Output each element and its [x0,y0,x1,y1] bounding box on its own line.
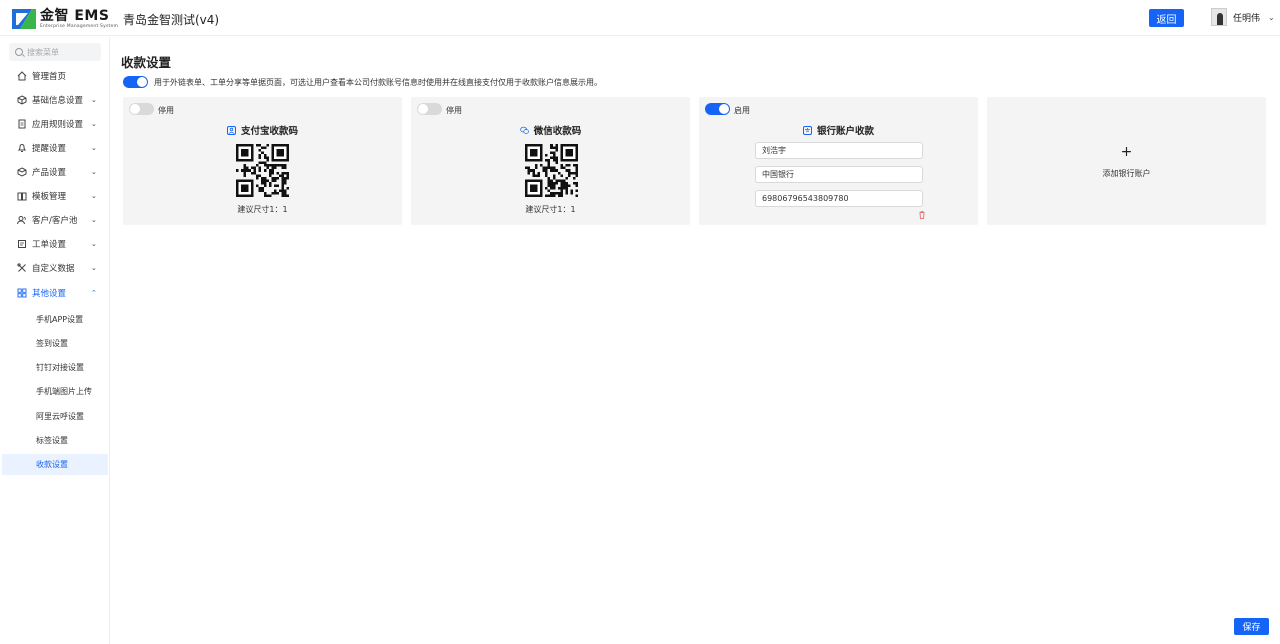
logo-mark-icon [12,9,36,29]
sidebar-subitem-mobile-app[interactable]: 手机APP设置 [2,309,108,330]
wechat-qr-code[interactable] [525,144,578,197]
sidebar-subitem-aliyun-call[interactable]: 阿里云呼设置 [2,406,108,427]
wechat-size-hint: 建议尺寸1：1 [525,205,576,214]
chevron-down-icon: ⌄ [1268,12,1275,22]
search-icon [15,48,23,56]
wechat-toggle[interactable] [417,103,442,115]
sidebar-item-label: 基础信息设置 [32,96,84,106]
payment-description: 用于外链表单、工单分享等单据页面，可选让用户查看本公司付款账号信息时使用并在线直… [154,78,602,87]
tools-icon [17,263,27,273]
sidebar-subitem-dingtalk[interactable]: 钉钉对接设置 [2,357,108,378]
company-name: 青岛金智测试(v4) [123,13,220,27]
sidebar-item-label: 工单设置 [32,240,67,250]
chevron-down-icon: ⌄ [91,264,97,272]
trash-icon[interactable] [919,211,925,219]
chevron-down-icon: ⌄ [91,168,97,176]
users-icon [17,215,27,225]
chevron-down-icon: ⌄ [91,144,97,152]
sidebar-item-label: 模板管理 [32,192,67,202]
sidebar-item-label: 提醒设置 [32,144,67,154]
sidebar-item-label: 自定义数据 [32,264,75,274]
ticket-icon [17,239,27,249]
bank-title-text: 银行账户收款 [816,126,874,137]
avatar [1211,8,1227,26]
chevron-down-icon: ⌄ [91,216,97,224]
sidebar-item-template[interactable]: 模板管理 ⌄ [0,186,110,206]
sidebar-item-custom-data[interactable]: 自定义数据 ⌄ [0,258,110,278]
sidebar: 管理首页 基础信息设置 ⌄ 应用规则设置 ⌄ 提醒设置 ⌄ 产品设置 ⌄ 模板管… [0,37,110,644]
sidebar-item-customers[interactable]: 客户/客户池 ⌄ [0,210,110,230]
document-icon [17,119,27,129]
account-holder-field[interactable] [755,142,923,159]
alipay-qr-code[interactable] [236,144,289,197]
grid-icon [17,288,27,298]
chevron-down-icon: ⌄ [91,96,97,104]
wechat-title: 微信收款码 [411,123,690,137]
sidebar-item-product[interactable]: 产品设置 ⌄ [0,162,110,182]
user-name: 任明伟 [1233,13,1261,24]
sidebar-item-label: 产品设置 [32,168,67,178]
chevron-down-icon: ⌄ [91,120,97,128]
chevron-down-icon: ⌄ [91,240,97,248]
alipay-size-hint: 建议尺寸1：1 [237,205,288,214]
wechat-icon [520,126,529,135]
sidebar-item-home[interactable]: 管理首页 [0,66,110,86]
alipay-toggle[interactable] [129,103,154,115]
logo-text: 金智 EMS [40,7,110,24]
alipay-status: 停用 [158,106,174,115]
bell-icon [17,143,27,153]
sidebar-subitem-tags[interactable]: 标签设置 [2,430,108,451]
sidebar-item-reminder[interactable]: 提醒设置 ⌄ [0,138,110,158]
bank-icon [802,125,812,135]
bank-card: 启用 银行账户收款 [699,97,978,225]
plus-icon: + [1120,144,1133,160]
sidebar-subitem-checkin[interactable]: 签到设置 [2,333,108,354]
alipay-title: 支付宝收款码 [123,123,402,137]
account-number-field[interactable] [755,190,923,207]
bank-toggle[interactable] [705,103,730,115]
sidebar-item-label: 管理首页 [32,72,67,82]
sidebar-item-work-order[interactable]: 工单设置 ⌄ [0,234,110,254]
logo-subtitle: Enterprise Management System [40,23,119,29]
sidebar-item-label: 其他设置 [32,289,67,299]
bank-status: 启用 [734,106,750,115]
menu-search[interactable] [9,43,101,61]
chevron-down-icon: ⌄ [91,192,97,200]
cube-icon [17,95,27,105]
add-bank-account-card[interactable]: + 添加银行账户 [987,97,1266,225]
add-bank-account-label: 添加银行账户 [1102,169,1151,178]
save-button[interactable]: 保存 [1234,618,1269,635]
home-icon [17,71,27,81]
top-header: 金智 EMS Enterprise Management System 青岛金智… [0,0,1280,36]
sidebar-item-app-rules[interactable]: 应用规则设置 ⌄ [0,114,110,134]
sidebar-item-other[interactable]: 其他设置 ⌃ [0,283,110,303]
back-button[interactable]: 返回 [1149,9,1184,27]
page-title: 收款设置 [121,55,172,70]
box-icon [17,167,27,177]
sidebar-item-label: 客户/客户池 [32,216,78,226]
wechat-card: 停用 微信收款码 建议尺寸1：1 [411,97,690,225]
chevron-up-icon: ⌃ [91,289,97,297]
alipay-card: 停用 支付宝收款码 建议尺寸1：1 [123,97,402,225]
sidebar-item-basic-info[interactable]: 基础信息设置 ⌄ [0,90,110,110]
wechat-title-text: 微信收款码 [533,126,582,137]
alipay-icon [226,125,236,135]
payment-master-toggle[interactable] [123,76,148,88]
search-input[interactable] [27,47,97,57]
bank-title: 银行账户收款 [699,123,978,137]
wechat-status: 停用 [446,106,462,115]
sidebar-item-label: 应用规则设置 [32,120,84,130]
bank-name-field[interactable] [755,166,923,183]
logo: 金智 EMS Enterprise Management System [12,8,118,30]
sidebar-subitem-payment[interactable]: 收款设置 [2,454,108,475]
sidebar-subitem-mobile-upload[interactable]: 手机端图片上传 [2,381,108,402]
alipay-title-text: 支付宝收款码 [240,126,298,137]
user-menu[interactable]: 任明伟 ⌄ [1211,8,1275,26]
book-icon [17,191,27,201]
